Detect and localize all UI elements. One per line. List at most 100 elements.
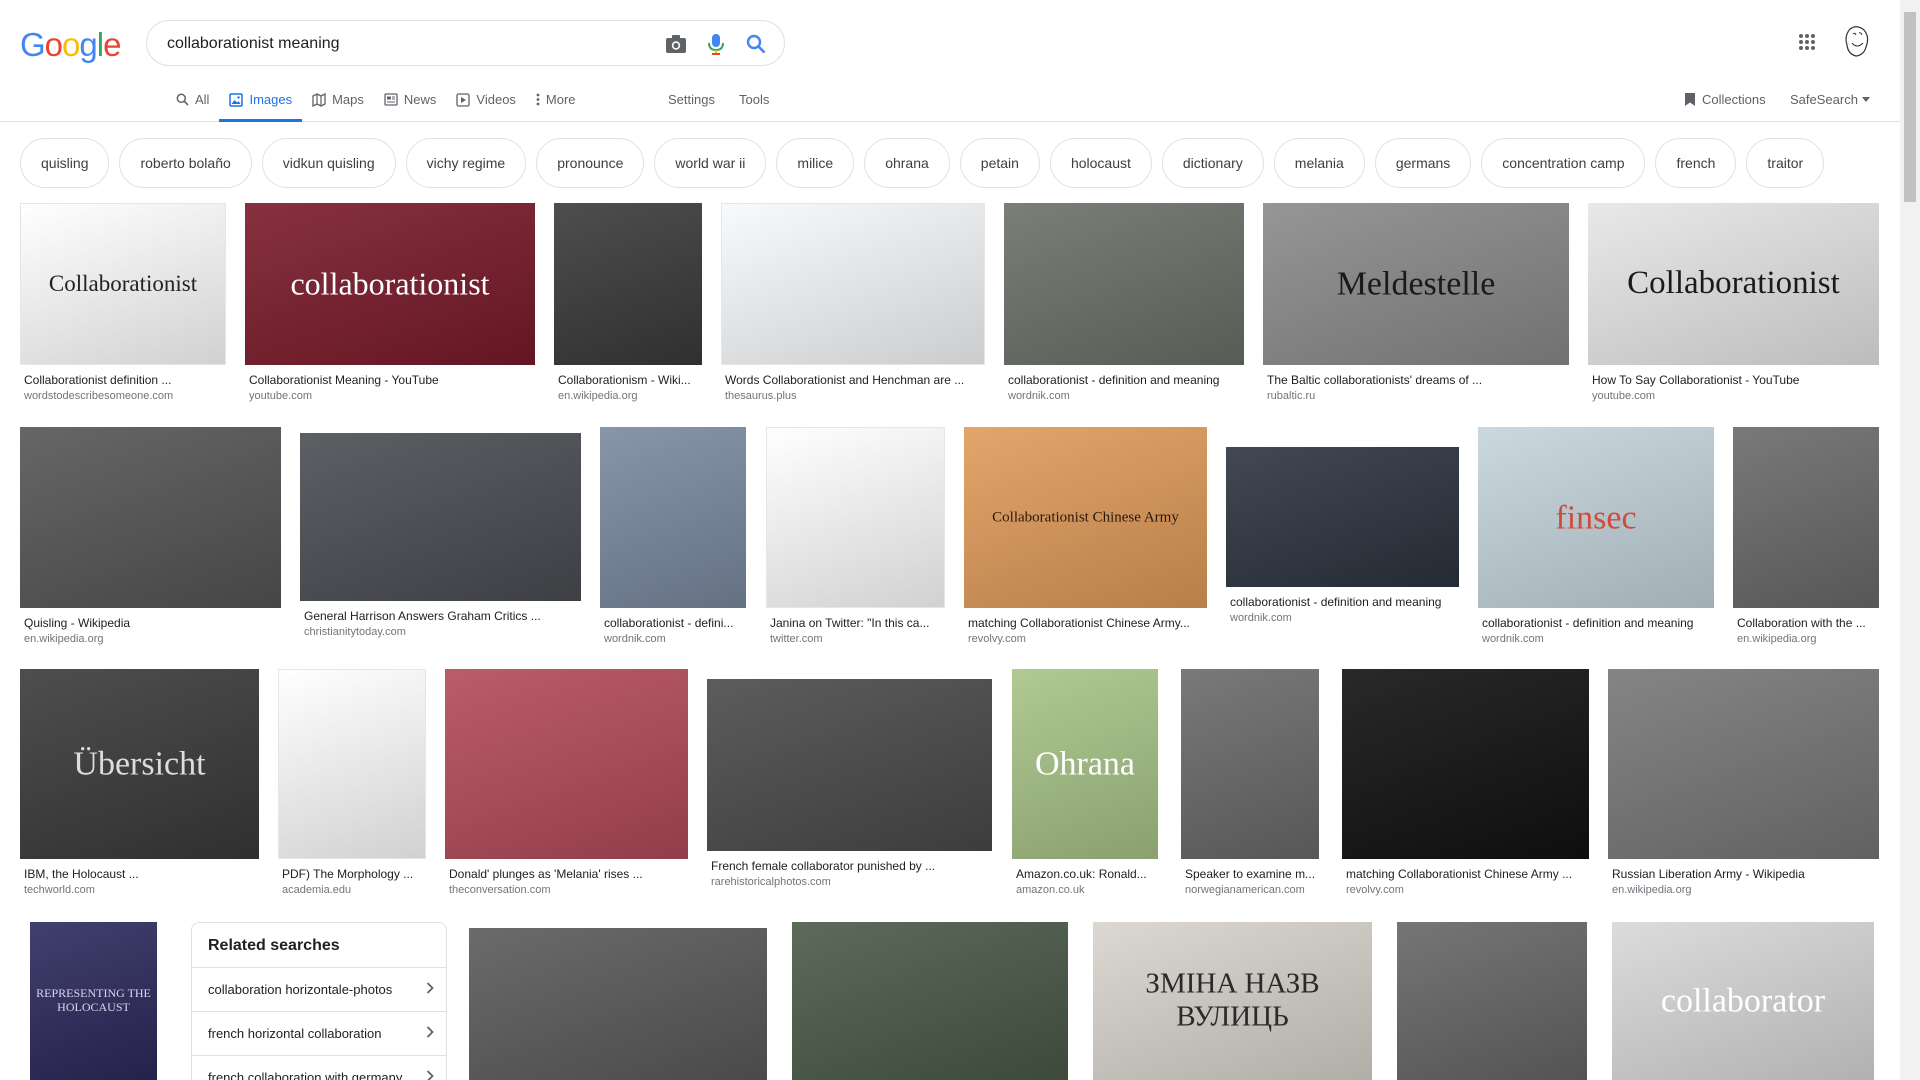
- result-thumbnail[interactable]: [707, 679, 992, 851]
- result-thumbnail[interactable]: [1226, 447, 1459, 587]
- image-result[interactable]: Collaborationism - Wiki... en.wikipedia.o…: [554, 203, 702, 407]
- tools-link[interactable]: Tools: [739, 80, 769, 119]
- image-result[interactable]: Collaborationist How To Say Collaboration…: [1588, 203, 1879, 407]
- tab-all[interactable]: All: [166, 80, 219, 122]
- result-caption[interactable]: collaborationist - defini...: [604, 616, 746, 630]
- image-result[interactable]: Janina on Twitter: "In this ca... twitter…: [766, 427, 945, 650]
- camera-icon[interactable]: [664, 32, 688, 56]
- tab-videos[interactable]: Videos: [446, 80, 526, 122]
- image-result[interactable]: [1397, 922, 1587, 1080]
- image-result[interactable]: Übersicht IBM, the Holocaust ... techworld…: [20, 669, 259, 901]
- image-result[interactable]: Collaboration with the ... en.wikipedia.o…: [1733, 427, 1879, 650]
- avatar[interactable]: [1839, 24, 1875, 60]
- result-caption[interactable]: collaborationist - definition and meanin…: [1230, 595, 1459, 609]
- tab-news[interactable]: News: [374, 80, 447, 122]
- page-scrollbar[interactable]: [1900, 0, 1920, 1080]
- related-search-item[interactable]: french horizontal collaboration: [192, 1011, 446, 1055]
- refinement-chip[interactable]: pronounce: [536, 138, 645, 188]
- result-thumbnail[interactable]: [300, 433, 581, 601]
- result-thumbnail[interactable]: [792, 922, 1068, 1080]
- result-thumbnail[interactable]: [1342, 669, 1589, 859]
- image-result[interactable]: PDF) The Morphology ... academia.edu: [278, 669, 426, 901]
- result-caption[interactable]: Janina on Twitter: "In this ca...: [770, 616, 945, 630]
- image-result[interactable]: Speaker to examine m... norwegianamerican…: [1181, 669, 1319, 901]
- image-result[interactable]: [792, 922, 1068, 1080]
- related-search-item[interactable]: french collaboration with germany: [192, 1055, 446, 1080]
- image-result[interactable]: Meldestelle The Baltic collaborationists'…: [1263, 203, 1569, 407]
- result-thumbnail[interactable]: [1733, 427, 1879, 608]
- image-result[interactable]: finsec collaborationist - definition and …: [1478, 427, 1714, 650]
- result-caption[interactable]: Amazon.co.uk: Ronald...: [1016, 867, 1158, 881]
- image-result[interactable]: collaborator: [1612, 922, 1874, 1080]
- tab-maps[interactable]: Maps: [302, 80, 374, 122]
- result-thumbnail[interactable]: [20, 427, 281, 608]
- related-search-item[interactable]: collaboration horizontale-photos: [192, 967, 446, 1011]
- result-caption[interactable]: The Baltic collaborationists' dreams of …: [1267, 373, 1569, 387]
- refinement-chip[interactable]: ohrana: [864, 138, 950, 188]
- image-result[interactable]: REPRESENTING THE HOLOCAUST: [30, 922, 157, 1080]
- image-result[interactable]: matching Collaborationist Chinese Army .…: [1342, 669, 1589, 901]
- image-result[interactable]: collaborationist Collaborationist Meaning…: [245, 203, 535, 407]
- image-result[interactable]: Quisling - Wikipedia en.wikipedia.org: [20, 427, 281, 650]
- image-result[interactable]: collaborationist - defini... wordnik.com: [600, 427, 746, 650]
- result-thumbnail[interactable]: Collaborationist Chinese Army: [964, 427, 1207, 608]
- result-caption[interactable]: Collaborationism - Wiki...: [558, 373, 702, 387]
- tab-more[interactable]: More: [526, 80, 586, 122]
- refinement-chip[interactable]: traitor: [1746, 138, 1825, 188]
- result-caption[interactable]: collaborationist - definition and meanin…: [1008, 373, 1244, 387]
- image-result[interactable]: Russian Liberation Army - Wikipedia en.wi…: [1608, 669, 1879, 901]
- search-box[interactable]: [146, 20, 785, 66]
- result-caption[interactable]: matching Collaborationist Chinese Army..…: [968, 616, 1207, 630]
- result-caption[interactable]: French female collaborator punished by .…: [711, 859, 992, 873]
- refinement-chip[interactable]: milice: [776, 138, 855, 188]
- result-thumbnail[interactable]: [1004, 203, 1244, 365]
- result-thumbnail[interactable]: [554, 203, 702, 365]
- refinement-chip[interactable]: quisling: [20, 138, 110, 188]
- result-caption[interactable]: collaborationist - definition and meanin…: [1482, 616, 1714, 630]
- image-result[interactable]: Collaborationist Collaborationist definit…: [20, 203, 226, 407]
- result-thumbnail[interactable]: [766, 427, 945, 608]
- image-result[interactable]: Ohrana Amazon.co.uk: Ronald... amazon.co.u…: [1012, 669, 1158, 901]
- refinement-chip[interactable]: dictionary: [1161, 138, 1264, 188]
- image-result[interactable]: collaborationist - definition and meanin…: [1226, 447, 1459, 629]
- result-caption[interactable]: Donald' plunges as 'Melania' rises ...: [449, 867, 688, 881]
- result-caption[interactable]: Russian Liberation Army - Wikipedia: [1612, 867, 1879, 881]
- microphone-icon[interactable]: [704, 32, 728, 56]
- result-thumbnail[interactable]: [1397, 922, 1587, 1080]
- safesearch-dropdown[interactable]: SafeSearch: [1790, 80, 1870, 119]
- image-result[interactable]: ЗМІНА НАЗВ ВУЛИЦЬ: [1093, 922, 1372, 1080]
- result-thumbnail[interactable]: Meldestelle: [1263, 203, 1569, 365]
- search-icon[interactable]: [744, 32, 768, 56]
- result-caption[interactable]: matching Collaborationist Chinese Army .…: [1346, 867, 1589, 881]
- scrollbar-thumb[interactable]: [1904, 12, 1916, 202]
- result-caption[interactable]: Words Collaborationist and Henchman are …: [725, 373, 985, 387]
- refinement-chip[interactable]: vichy regime: [405, 138, 527, 188]
- result-thumbnail[interactable]: [469, 928, 767, 1080]
- tab-images[interactable]: Images: [219, 80, 303, 122]
- result-thumbnail[interactable]: [278, 669, 426, 859]
- result-thumbnail[interactable]: ЗМІНА НАЗВ ВУЛИЦЬ: [1093, 922, 1372, 1080]
- result-thumbnail[interactable]: REPRESENTING THE HOLOCAUST: [30, 922, 157, 1080]
- image-result[interactable]: collaborationist - definition and meanin…: [1004, 203, 1244, 407]
- refinement-chip[interactable]: petain: [959, 138, 1040, 188]
- refinement-chip[interactable]: concentration camp: [1481, 138, 1646, 188]
- settings-link[interactable]: Settings: [668, 80, 715, 119]
- refinement-chip[interactable]: melania: [1273, 138, 1365, 188]
- result-caption[interactable]: PDF) The Morphology ...: [282, 867, 426, 881]
- result-caption[interactable]: Collaboration with the ...: [1737, 616, 1879, 630]
- result-thumbnail[interactable]: [445, 669, 688, 859]
- result-caption[interactable]: General Harrison Answers Graham Critics …: [304, 609, 581, 623]
- image-result[interactable]: [469, 928, 767, 1080]
- image-result[interactable]: Collaborationist Chinese Army matching Co…: [964, 427, 1207, 650]
- search-input[interactable]: [167, 32, 637, 56]
- result-caption[interactable]: Quisling - Wikipedia: [24, 616, 281, 630]
- refinement-chip[interactable]: french: [1655, 138, 1737, 188]
- refinement-chip[interactable]: germans: [1374, 138, 1472, 188]
- image-result[interactable]: Donald' plunges as 'Melania' rises ... th…: [445, 669, 688, 901]
- result-thumbnail[interactable]: [1608, 669, 1879, 859]
- result-thumbnail[interactable]: Ohrana: [1012, 669, 1158, 859]
- result-thumbnail[interactable]: Übersicht: [20, 669, 259, 859]
- result-caption[interactable]: Speaker to examine m...: [1185, 867, 1319, 881]
- image-result[interactable]: General Harrison Answers Graham Critics …: [300, 433, 581, 643]
- result-thumbnail[interactable]: [600, 427, 746, 608]
